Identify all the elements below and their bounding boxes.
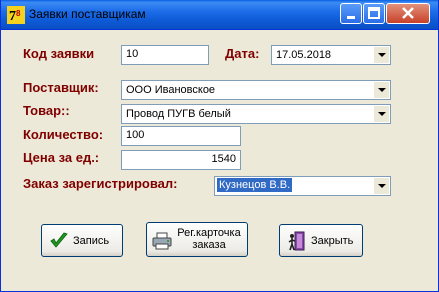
main-window: 7 8 Заявки поставщикам Код заявки 10 Дат… xyxy=(0,0,439,292)
date-label: Дата: xyxy=(225,46,260,61)
registration-card-label-line1: Рег.карточка xyxy=(177,227,241,239)
minimize-icon xyxy=(347,16,355,19)
save-button-label: Запись xyxy=(73,235,110,247)
supplier-label: Поставщик: xyxy=(23,80,99,95)
date-picker[interactable]: 17.05.2018 xyxy=(271,45,391,65)
registration-card-button[interactable]: Рег.карточка заказа xyxy=(146,222,248,257)
svg-text:7: 7 xyxy=(9,9,16,24)
title-bar[interactable]: 7 8 Заявки поставщикам xyxy=(1,0,438,30)
registered-by-value: Кузнецов В.В. xyxy=(217,178,293,192)
maximize-icon xyxy=(368,7,380,19)
save-button[interactable]: Запись xyxy=(41,224,123,257)
product-value: Провод ПУГВ белый xyxy=(126,108,231,120)
product-dropdown-arrow[interactable] xyxy=(373,106,389,122)
request-code-label: Код заявки xyxy=(23,46,95,61)
maximize-button[interactable] xyxy=(363,3,385,24)
request-code-field[interactable]: 10 xyxy=(121,45,209,65)
chevron-down-icon xyxy=(378,53,386,57)
minimize-button[interactable] xyxy=(340,3,362,24)
product-select[interactable]: Провод ПУГВ белый xyxy=(121,104,391,124)
window-title: Заявки поставщикам xyxy=(29,7,146,21)
chevron-down-icon xyxy=(378,184,386,188)
supplier-dropdown-arrow[interactable] xyxy=(373,82,389,98)
registered-by-dropdown-arrow[interactable] xyxy=(373,178,389,194)
green-checkmark-icon xyxy=(50,232,68,248)
chevron-down-icon xyxy=(378,88,386,92)
product-label: Товар:: xyxy=(23,103,70,118)
quantity-label: Количество: xyxy=(23,127,104,142)
printer-icon xyxy=(152,232,172,250)
close-button-label: Закрыть xyxy=(311,235,354,247)
close-icon xyxy=(402,7,414,19)
supplier-select[interactable]: ООО Ивановское xyxy=(121,80,391,100)
registration-card-label: Рег.карточка заказа xyxy=(171,227,247,251)
svg-text:8: 8 xyxy=(16,9,21,18)
app-logo-icon: 7 8 xyxy=(7,6,25,24)
close-button[interactable]: Закрыть xyxy=(279,224,363,257)
registration-card-label-line2: заказа xyxy=(192,239,226,251)
price-field[interactable]: 1540 xyxy=(121,150,241,170)
date-value: 17.05.2018 xyxy=(276,49,332,61)
quantity-field[interactable]: 100 xyxy=(121,126,241,146)
chevron-down-icon xyxy=(378,112,386,116)
registered-by-label: Заказ зарегистрировал: xyxy=(23,176,178,191)
date-dropdown-arrow[interactable] xyxy=(373,47,389,63)
door-exit-icon xyxy=(288,231,305,251)
registered-by-select[interactable]: Кузнецов В.В. xyxy=(214,176,391,196)
close-window-button[interactable] xyxy=(386,3,430,24)
price-label: Цена за ед.: xyxy=(23,150,100,165)
supplier-value: ООО Ивановское xyxy=(126,84,216,96)
